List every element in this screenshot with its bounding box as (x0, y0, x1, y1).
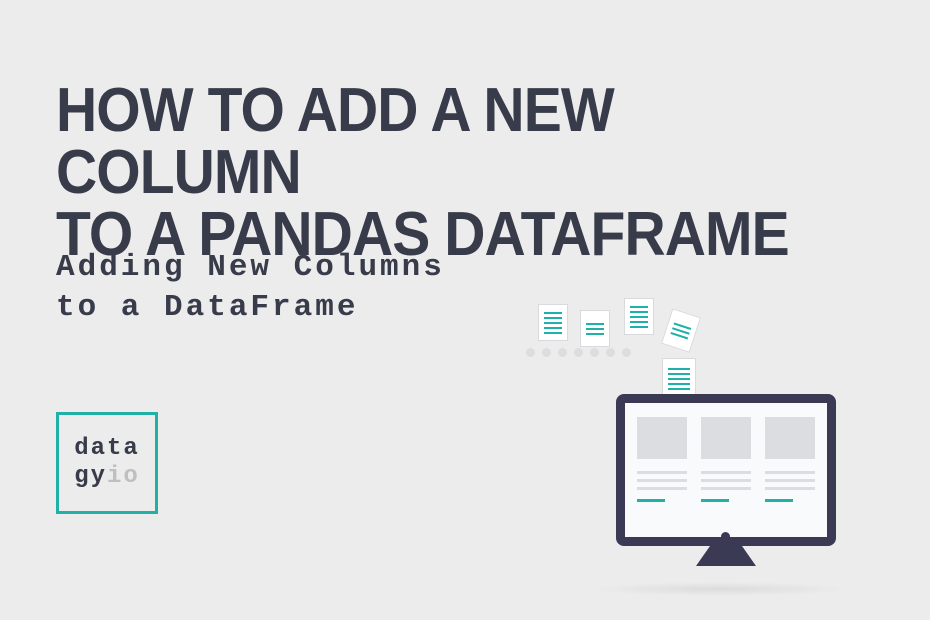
dot-row (526, 348, 631, 357)
content-column (701, 417, 751, 523)
title-line-1: HOW TO ADD A NEW COLUMN (56, 76, 614, 207)
monitor-button-icon (721, 532, 730, 541)
dot (622, 348, 631, 357)
dot (606, 348, 615, 357)
document-icon (580, 310, 610, 347)
monitor-icon (616, 394, 836, 546)
subtitle-line-2: to a DataFrame (56, 290, 358, 325)
dot (558, 348, 567, 357)
logo-io: io (107, 463, 140, 490)
subtitle-line-1: Adding New Columns (56, 250, 445, 285)
dot (590, 348, 599, 357)
content-column (637, 417, 687, 523)
dot (574, 348, 583, 357)
shadow (590, 582, 850, 596)
dot (542, 348, 551, 357)
logo-line-1: data (74, 435, 140, 463)
logo-line-2: gyio (74, 463, 140, 491)
monitor-stand-icon (696, 546, 756, 566)
dot (526, 348, 535, 357)
page-subtitle: Adding New Columns to a DataFrame (56, 248, 445, 329)
computer-illustration (520, 302, 880, 592)
monitor-screen-content (637, 417, 815, 523)
page-title: HOW TO ADD A NEW COLUMN TO A PANDAS DATA… (56, 80, 860, 266)
document-icon (661, 308, 701, 352)
document-icon (538, 304, 568, 341)
document-icon (624, 298, 654, 335)
logo-gy: gy (74, 463, 107, 490)
content-column (765, 417, 815, 523)
datagy-logo: data gyio (56, 412, 158, 514)
